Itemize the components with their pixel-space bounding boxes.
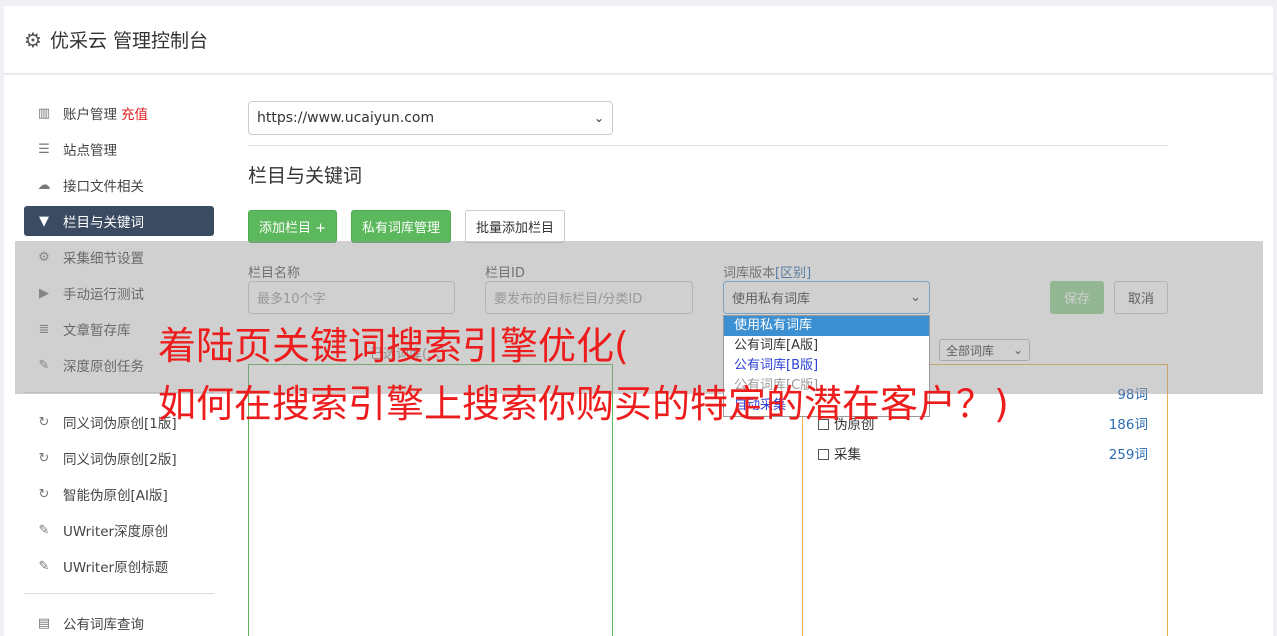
sidebar-divider (24, 593, 214, 594)
library-row[interactable]: 采集 259词 (818, 443, 1148, 463)
site-select[interactable]: https://www.ucaiyun.com ⌄ (248, 101, 613, 135)
refresh-icon: ↻ (38, 486, 50, 502)
action-buttons: 添加栏目 + 私有词库管理 批量添加栏目 (248, 210, 566, 243)
dropdown-option[interactable]: 使用私有词库 (724, 316, 929, 336)
sidebar-item-label: 账户管理 (63, 107, 117, 123)
page-title: 优采云 管理控制台 (49, 30, 208, 52)
sidebar-item-label: 站点管理 (63, 143, 117, 159)
sidebar-item-columns-keywords[interactable]: ▼ 栏目与关键词 (24, 206, 214, 236)
cloud-upload-icon: ☁ (37, 177, 51, 193)
book-icon: ▤ (37, 615, 51, 631)
private-lib-button[interactable]: 私有词库管理 (351, 210, 452, 243)
sidebar-item-account[interactable]: ▥ 账户管理 充值 (24, 98, 214, 128)
sidebar-item-ai-original[interactable]: ↻ 智能伪原创[AI版] (24, 479, 214, 509)
overlay-title-line2: 如何在搜索引擎上搜索你购买的特定的潜在客户？) (158, 382, 1009, 426)
library-count: 186词 (1108, 417, 1148, 433)
page-header: ⚙ 优采云 管理控制台 (4, 6, 1273, 74)
overlay-title-line1: 着陆页关键词搜索引擎优化( (158, 324, 629, 368)
sidebar-item-uwriter-original[interactable]: ✎ UWriter深度原创 (24, 515, 214, 545)
edit-icon: ✎ (38, 522, 50, 538)
gear-icon: ⚙ (24, 27, 42, 52)
sidebar-item-label: 栏目与关键词 (63, 215, 144, 231)
main-content: https://www.ucaiyun.com ⌄ 栏目与关键词 添加栏目 + … (248, 101, 1168, 243)
overlay-band (15, 241, 1263, 394)
sidebar-item-interface[interactable]: ☁ 接口文件相关 (24, 170, 214, 200)
sidebar-item-sites[interactable]: ☰ 站点管理 (24, 134, 214, 164)
add-column-button[interactable]: 添加栏目 + (248, 210, 338, 243)
refresh-icon: ↻ (38, 414, 50, 430)
bar-chart-icon: ▥ (37, 105, 51, 121)
sidebar-item-label: UWriter原创标题 (63, 560, 169, 576)
sidebar-item-public-lib[interactable]: ▤ 公有词库查询 (24, 608, 214, 636)
recharge-link[interactable]: 充值 (121, 103, 148, 123)
sidebar-item-label: 公有词库查询 (63, 617, 144, 633)
edit-icon: ✎ (38, 558, 50, 574)
sidebar-item-label: 接口文件相关 (63, 179, 144, 195)
dropdown-option[interactable]: 公有词库[A版] (724, 336, 929, 356)
site-select-value: https://www.ucaiyun.com (257, 110, 435, 126)
sidebar-item-label: UWriter深度原创 (63, 524, 169, 540)
section-title: 栏目与关键词 (248, 165, 363, 187)
divider (248, 145, 1168, 146)
server-icon: ☰ (38, 141, 50, 157)
sidebar-item-uwriter-title[interactable]: ✎ UWriter原创标题 (24, 551, 214, 581)
chevron-down-icon: ⌄ (593, 111, 604, 125)
library-count: 259词 (1108, 447, 1148, 463)
filter-icon: ▼ (39, 213, 49, 229)
sidebar-item-synonym-v2[interactable]: ↻ 同义词伪原创[2版] (24, 443, 214, 473)
sidebar-item-label: 智能伪原创[AI版] (63, 488, 168, 504)
sidebar-item-label: 同义词伪原创[2版] (63, 452, 177, 468)
dropdown-option[interactable]: 公有词库[B版] (724, 356, 929, 376)
library-checkbox[interactable] (818, 449, 829, 460)
batch-add-button[interactable]: 批量添加栏目 (465, 210, 566, 243)
library-name: 采集 (834, 447, 861, 463)
refresh-icon: ↻ (38, 450, 50, 466)
